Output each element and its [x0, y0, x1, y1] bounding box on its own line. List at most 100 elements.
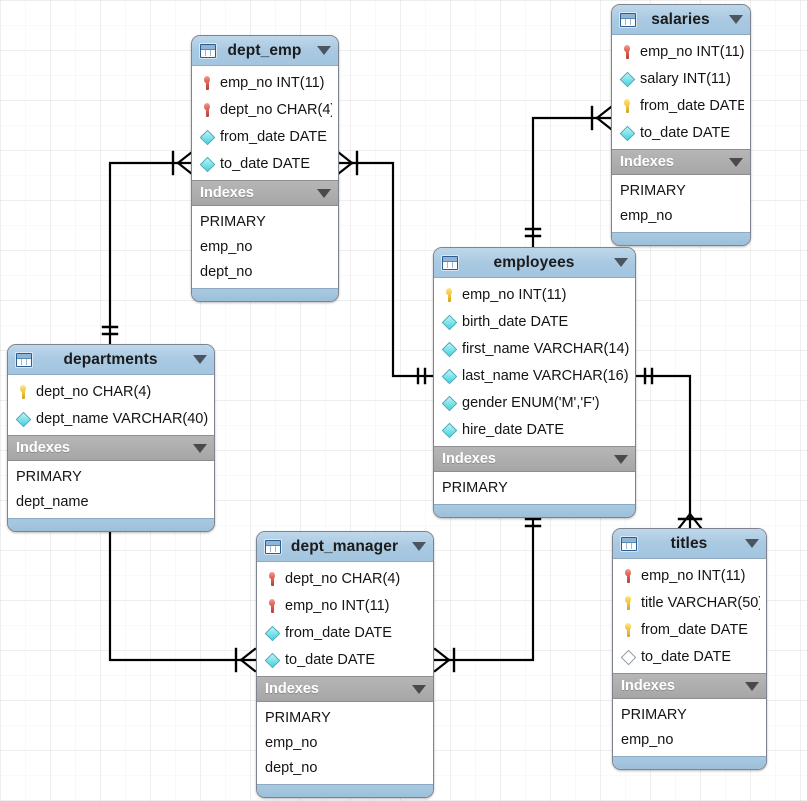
- table-icon: [200, 44, 216, 58]
- column-row[interactable]: salary INT(11): [612, 65, 750, 92]
- column-row[interactable]: from_date DATE: [192, 123, 338, 150]
- index-item[interactable]: emp_no: [257, 730, 433, 755]
- indexes-header-dept_manager[interactable]: Indexes: [257, 676, 433, 702]
- column-row[interactable]: to_date DATE: [613, 643, 766, 670]
- index-list-salaries: PRIMARYemp_no: [612, 175, 750, 232]
- chevron-down-icon[interactable]: [745, 539, 759, 548]
- column-label: hire_date DATE: [462, 422, 564, 438]
- chevron-down-icon[interactable]: [729, 15, 743, 24]
- column-row[interactable]: emp_no INT(11): [192, 69, 338, 96]
- table-employees[interactable]: employeesemp_no INT(11)birth_date DATEfi…: [433, 247, 636, 518]
- chevron-down-icon[interactable]: [193, 444, 207, 453]
- key-icon: [620, 44, 634, 60]
- index-item[interactable]: emp_no: [613, 727, 766, 752]
- column-label: from_date DATE: [640, 98, 744, 114]
- column-row[interactable]: gender ENUM('M','F'): [434, 389, 635, 416]
- index-item[interactable]: dept_no: [257, 755, 433, 780]
- table-footer: [192, 288, 338, 301]
- table-icon: [620, 13, 636, 27]
- table-header-dept_emp[interactable]: dept_emp: [192, 36, 338, 66]
- indexes-header-dept_emp[interactable]: Indexes: [192, 180, 338, 206]
- key-icon: [442, 287, 456, 303]
- column-row[interactable]: title VARCHAR(50): [613, 589, 766, 616]
- column-label: from_date DATE: [641, 622, 748, 638]
- index-item[interactable]: PRIMARY: [434, 475, 635, 500]
- column-label: emp_no INT(11): [285, 598, 390, 614]
- indexes-header-departments[interactable]: Indexes: [8, 435, 214, 461]
- column-row[interactable]: to_date DATE: [612, 119, 750, 146]
- column-row[interactable]: first_name VARCHAR(14): [434, 335, 635, 362]
- key-icon: [621, 568, 635, 584]
- index-item[interactable]: PRIMARY: [192, 209, 338, 234]
- column-label: emp_no INT(11): [641, 568, 746, 584]
- column-row[interactable]: to_date DATE: [257, 646, 433, 673]
- diamond-icon: [621, 649, 635, 665]
- column-label: salary INT(11): [640, 71, 731, 87]
- column-label: dept_no CHAR(4): [285, 571, 400, 587]
- table-name-titles: titles: [637, 535, 741, 553]
- index-item[interactable]: PRIMARY: [8, 464, 214, 489]
- index-item[interactable]: emp_no: [192, 234, 338, 259]
- column-row[interactable]: dept_name VARCHAR(40): [8, 405, 214, 432]
- diamond-icon: [620, 71, 634, 87]
- column-row[interactable]: dept_no CHAR(4): [257, 565, 433, 592]
- column-row[interactable]: birth_date DATE: [434, 308, 635, 335]
- table-salaries[interactable]: salaries emp_no INT(11) salary INT(11) from…: [611, 4, 751, 246]
- indexes-label: Indexes: [265, 681, 408, 697]
- table-titles[interactable]: titles emp_no INT(11) title VARCHAR(50) fro…: [612, 528, 767, 770]
- table-header-departments[interactable]: departments: [8, 345, 214, 375]
- column-row[interactable]: emp_no INT(11): [257, 592, 433, 619]
- column-row[interactable]: from_date DATE: [613, 616, 766, 643]
- chevron-down-icon[interactable]: [317, 46, 331, 55]
- chevron-down-icon[interactable]: [317, 189, 331, 198]
- column-row[interactable]: emp_no INT(11): [434, 281, 635, 308]
- column-row[interactable]: to_date DATE: [192, 150, 338, 177]
- index-item[interactable]: PRIMARY: [613, 702, 766, 727]
- key-icon: [621, 622, 635, 638]
- chevron-down-icon[interactable]: [614, 455, 628, 464]
- indexes-label: Indexes: [16, 440, 189, 456]
- table-header-dept_manager[interactable]: dept_manager: [257, 532, 433, 562]
- indexes-header-salaries[interactable]: Indexes: [612, 149, 750, 175]
- chevron-down-icon[interactable]: [412, 542, 426, 551]
- table-dept_manager[interactable]: dept_manager dept_no CHAR(4) emp_no INT(11…: [256, 531, 434, 798]
- table-header-titles[interactable]: titles: [613, 529, 766, 559]
- eer-diagram-canvas[interactable]: dept_empemp_no INT(11)dept_no CHAR(4)fro…: [0, 0, 807, 801]
- column-label: dept_name VARCHAR(40): [36, 411, 208, 427]
- column-label: emp_no INT(11): [220, 75, 325, 91]
- table-header-salaries[interactable]: salaries: [612, 5, 750, 35]
- table-dept_emp[interactable]: dept_emp emp_no INT(11) dept_no CHAR(4)fro…: [191, 35, 339, 302]
- index-item[interactable]: dept_name: [8, 489, 214, 514]
- column-row[interactable]: dept_no CHAR(4): [8, 378, 214, 405]
- index-list-dept_emp: PRIMARYemp_nodept_no: [192, 206, 338, 288]
- column-row[interactable]: from_date DATE: [612, 92, 750, 119]
- chevron-down-icon[interactable]: [729, 158, 743, 167]
- table-name-dept_manager: dept_manager: [281, 538, 408, 556]
- column-row[interactable]: emp_no INT(11): [612, 38, 750, 65]
- chevron-down-icon[interactable]: [412, 685, 426, 694]
- chevron-down-icon[interactable]: [614, 258, 628, 267]
- column-row[interactable]: hire_date DATE: [434, 416, 635, 443]
- column-row[interactable]: from_date DATE: [257, 619, 433, 646]
- table-header-employees[interactable]: employees: [434, 248, 635, 278]
- indexes-label: Indexes: [442, 451, 610, 467]
- index-list-employees: PRIMARY: [434, 472, 635, 504]
- indexes-header-titles[interactable]: Indexes: [613, 673, 766, 699]
- chevron-down-icon[interactable]: [193, 355, 207, 364]
- column-list-employees: emp_no INT(11)birth_date DATEfirst_name …: [434, 278, 635, 446]
- index-item[interactable]: PRIMARY: [257, 705, 433, 730]
- column-label: to_date DATE: [640, 125, 730, 141]
- column-row[interactable]: emp_no INT(11): [613, 562, 766, 589]
- column-label: emp_no INT(11): [640, 44, 744, 60]
- column-label: last_name VARCHAR(16): [462, 368, 629, 384]
- diamond-icon: [442, 422, 456, 438]
- index-item[interactable]: emp_no: [612, 203, 750, 228]
- table-departments[interactable]: departments dept_no CHAR(4) dept_name VARC…: [7, 344, 215, 532]
- column-row[interactable]: last_name VARCHAR(16): [434, 362, 635, 389]
- column-row[interactable]: dept_no CHAR(4): [192, 96, 338, 123]
- index-item[interactable]: PRIMARY: [612, 178, 750, 203]
- chevron-down-icon[interactable]: [745, 682, 759, 691]
- index-item[interactable]: dept_no: [192, 259, 338, 284]
- indexes-header-employees[interactable]: Indexes: [434, 446, 635, 472]
- key-icon: [620, 98, 634, 114]
